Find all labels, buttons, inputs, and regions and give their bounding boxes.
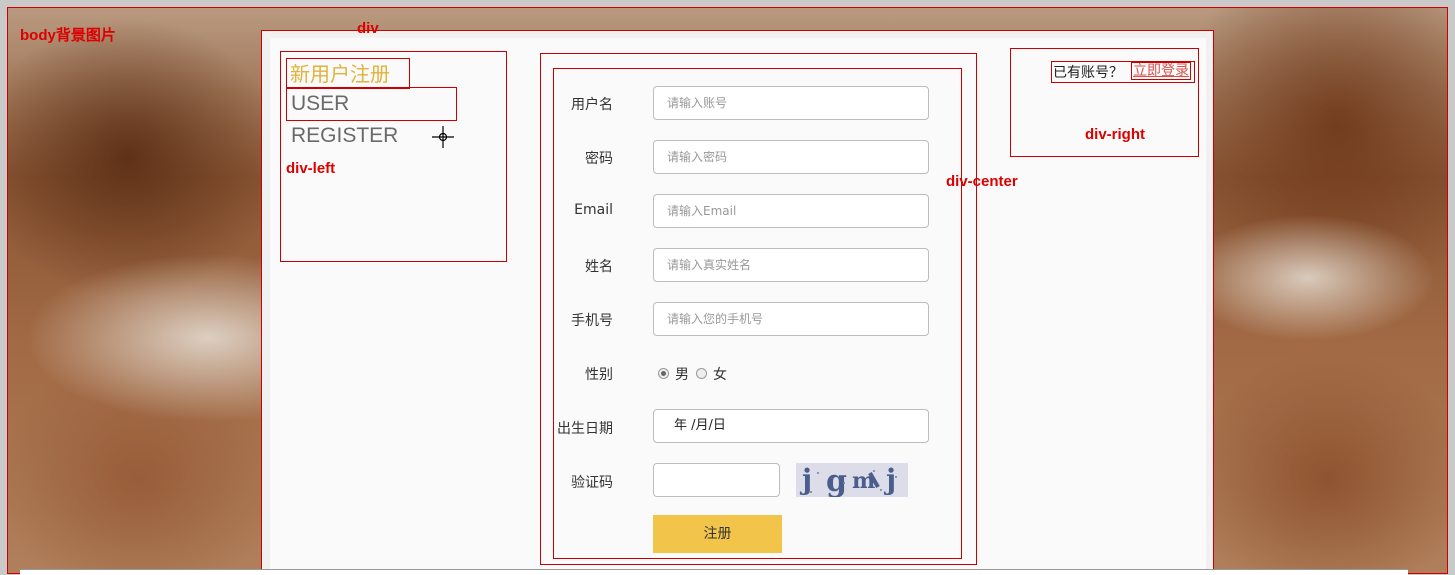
captcha-char-3: m (852, 468, 875, 494)
username-label: 用户名 (571, 97, 613, 113)
register-title-cn: 新用户注册 (286, 58, 410, 89)
gender-male-label: 男 (675, 367, 689, 383)
realname-label: 姓名 (585, 259, 613, 275)
login-link[interactable]: 立即登录 (1131, 62, 1191, 80)
captcha-char-4: j (883, 463, 896, 496)
realname-input[interactable]: 请输入真实姓名 (653, 248, 929, 282)
gender-label: 性别 (585, 367, 613, 383)
email-label: Email (574, 202, 613, 218)
annotation-right: div-right (1085, 126, 1145, 143)
horizontal-scrollbar[interactable] (20, 569, 1408, 575)
birthdate-input[interactable]: 年 /月/日 (653, 409, 929, 443)
password-input[interactable]: 请输入密码 (653, 140, 929, 174)
username-input[interactable]: 请输入账号 (653, 86, 929, 120)
captcha-char-1: j (799, 463, 812, 496)
phone-label: 手机号 (571, 313, 613, 329)
captcha-input[interactable] (653, 463, 780, 497)
phone-input[interactable]: 请输入您的手机号 (653, 302, 929, 336)
annotation-left: div-left (286, 160, 336, 177)
register-title-en: USER REGISTER (286, 87, 457, 147)
captcha-label: 验证码 (571, 475, 613, 491)
email-input[interactable]: 请输入Email (653, 194, 929, 228)
birthdate-label: 出生日期 (557, 421, 613, 437)
has-account-text: 已有账号？ (1053, 65, 1123, 81)
register-button[interactable]: 注册 (653, 515, 782, 553)
crosshair-cursor-icon (432, 126, 454, 148)
gender-female-label: 女 (713, 367, 727, 383)
gender-male-radio[interactable] (658, 368, 669, 379)
annotation-body: body背景图片 (20, 27, 116, 44)
annotation-center: div-center (946, 173, 1018, 190)
gender-female-radio[interactable] (696, 368, 707, 379)
captcha-char-2: g (826, 464, 847, 497)
annotation-div: div (357, 20, 379, 37)
password-label: 密码 (585, 151, 613, 167)
captcha-image[interactable]: j g m j (796, 463, 908, 499)
